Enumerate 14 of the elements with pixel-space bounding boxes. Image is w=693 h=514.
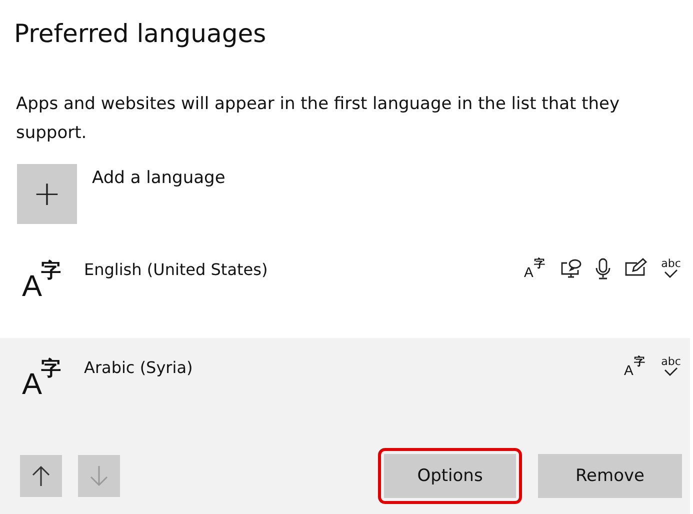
language-name: English (United States) (84, 260, 269, 279)
speech-bubble-monitor-icon (560, 258, 582, 280)
description-text: Apps and websites will appear in the first language in the list that they support. (16, 93, 621, 145)
add-language-button[interactable]: + (17, 164, 77, 224)
up-arrow-icon (31, 465, 51, 487)
add-language-label[interactable]: Add a language (92, 168, 226, 188)
options-button[interactable]: Options (384, 454, 516, 498)
remove-button[interactable]: Remove (538, 454, 682, 498)
section-title: Preferred languages (14, 18, 268, 50)
pen-pad-icon (624, 258, 648, 278)
microphone-icon (594, 258, 612, 280)
move-up-button[interactable] (20, 455, 62, 497)
language-name: Arabic (Syria) (84, 358, 194, 377)
down-arrow-icon (89, 465, 109, 487)
